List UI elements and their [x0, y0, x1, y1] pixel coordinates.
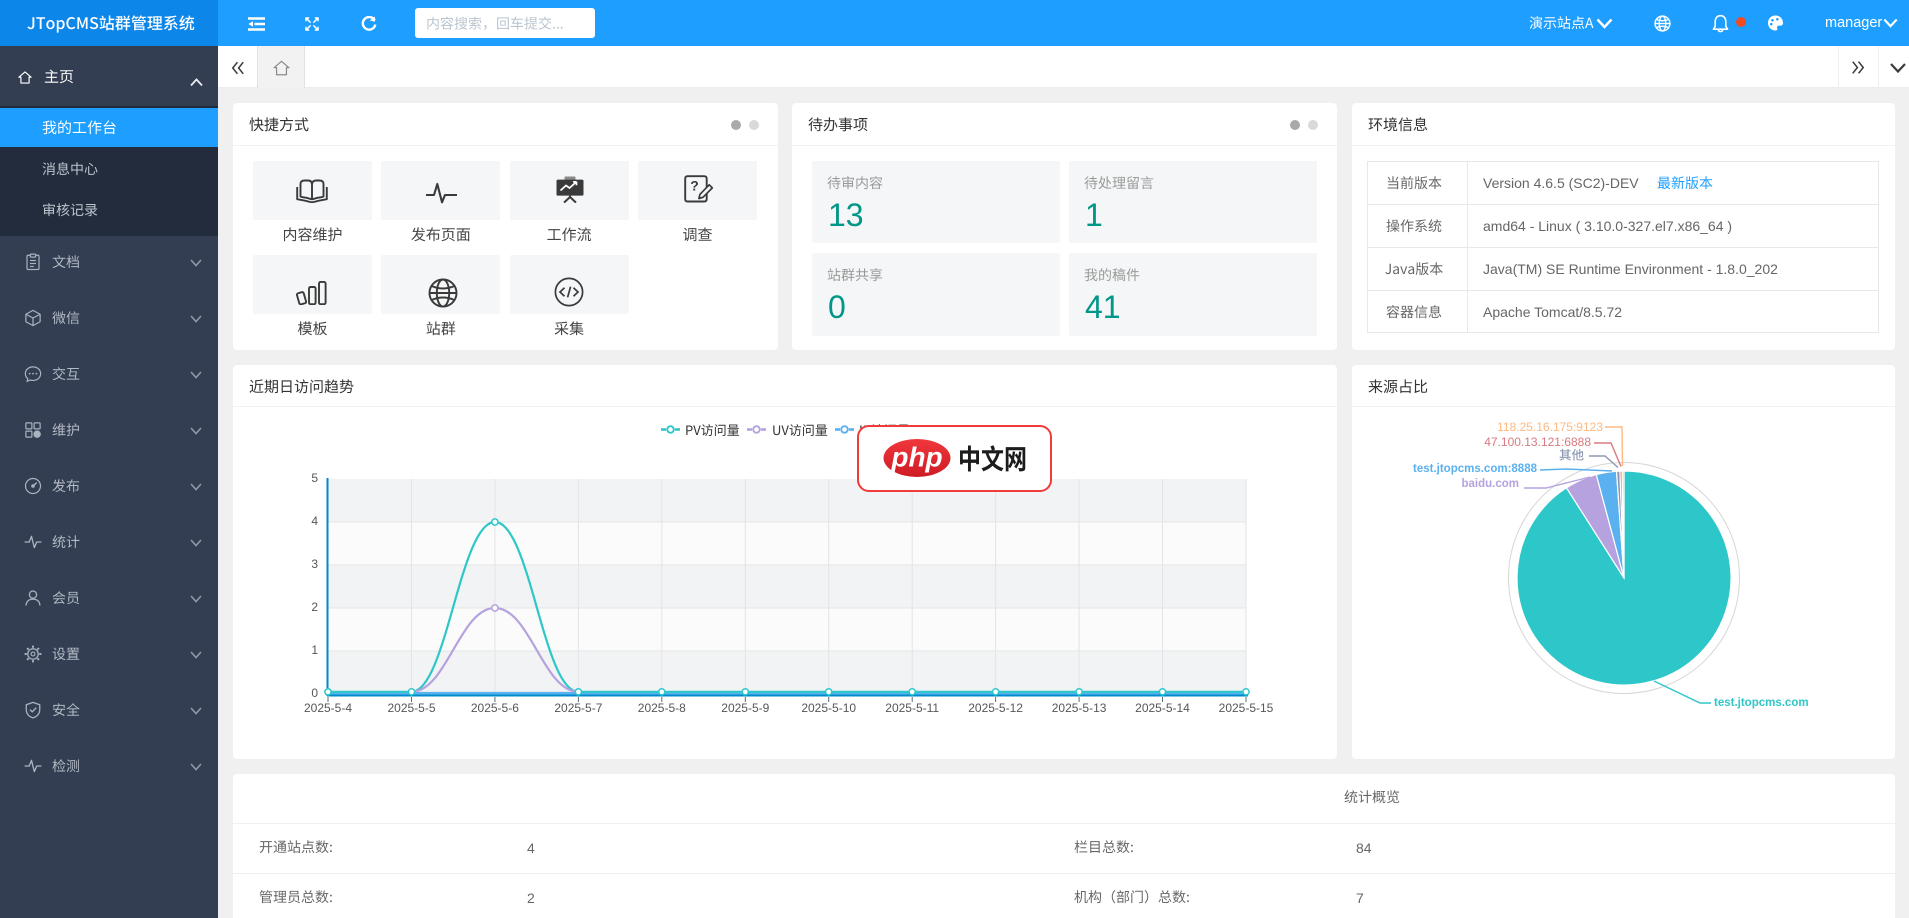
- svg-text:php: php: [890, 442, 942, 473]
